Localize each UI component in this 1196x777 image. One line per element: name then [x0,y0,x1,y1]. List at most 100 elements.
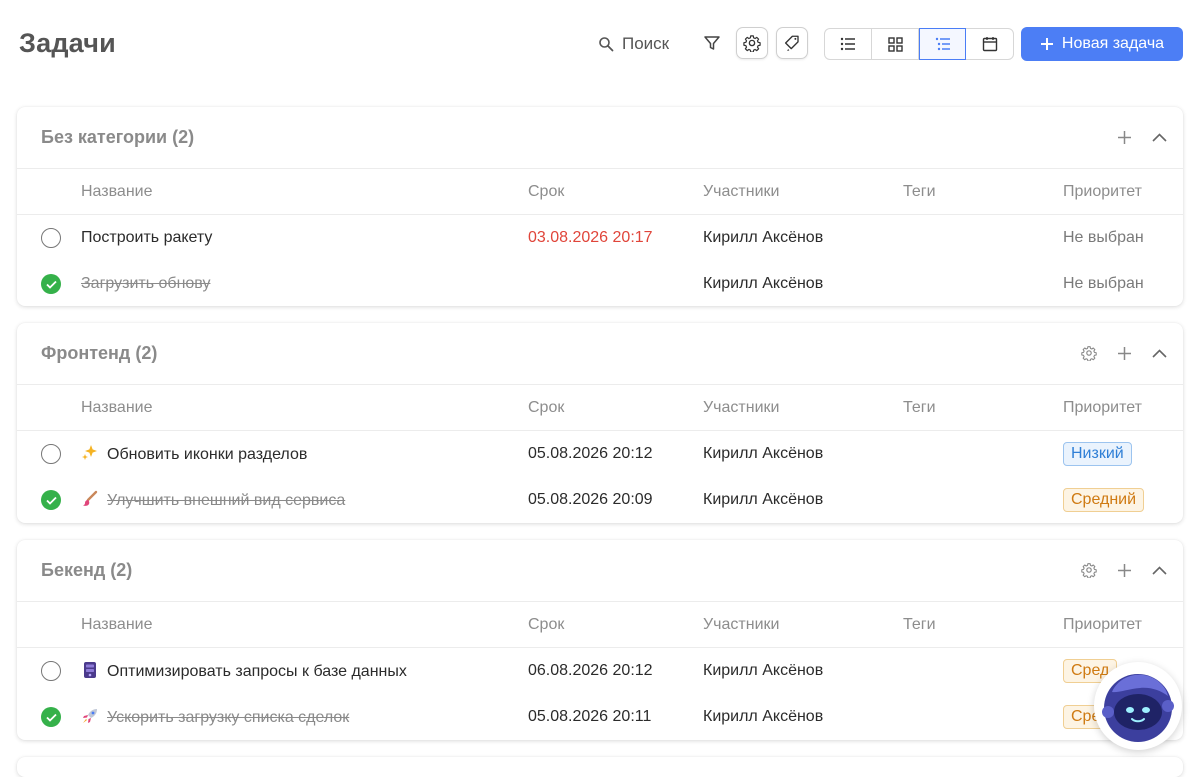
group-header: Фронтенд (2) [17,323,1183,385]
task-date: 05.08.2026 20:12 [528,445,653,462]
collapse-button[interactable] [1147,125,1171,149]
task-name[interactable]: Загрузить обнову [81,275,210,293]
task-name: Ускорить загрузку списка сделок [107,709,350,726]
task-priority[interactable]: Не выбран [1063,229,1144,247]
group-title: Фронтенд (2) [41,343,158,363]
view-grouped-list-button[interactable] [919,28,966,60]
task-checkbox[interactable] [41,444,61,464]
task-date: 05.08.2026 20:11 [528,708,652,725]
group-title: Без категории (2) [41,127,195,147]
task-date: 05.08.2026 20:09 [528,491,653,508]
task-user: Кирилл Аксёнов [703,229,824,246]
task-name[interactable]: Построить ракету [81,229,212,247]
paintbrush-icon [83,490,98,506]
column-users: Участники [703,182,780,200]
table-row[interactable]: Обновить иконки разделов 05.08.2026 20:1… [17,431,1183,477]
table-header: Название Срок Участники Теги Приоритет [17,169,1183,215]
chevron-up-icon [1151,348,1167,358]
task-group-next [17,757,1183,777]
view-calendar-button[interactable] [966,29,1013,59]
column-name: Название [81,615,153,633]
view-list-button[interactable] [825,29,872,59]
chevron-up-icon [1151,132,1167,142]
gear-icon [1081,563,1097,578]
column-date: Срок [528,615,565,633]
grid-icon [887,36,903,52]
filter-button[interactable] [696,27,728,59]
database-icon [84,662,96,678]
group-header: Бекенд (2) [17,540,1183,602]
task-date: 06.08.2026 20:12 [528,662,653,679]
task-name-cell[interactable]: Ускорить загрузку списка сделок [81,707,349,727]
column-name: Название [81,182,153,200]
add-task-button[interactable] [1112,125,1136,149]
filter-icon [704,36,720,50]
task-name: Улучшить внешний вид сервиса [107,492,346,509]
new-task-button[interactable]: Новая задача [1021,27,1183,61]
page-title: Задачи [19,28,116,58]
group-settings-button[interactable] [1077,558,1101,582]
group-title: Бекенд (2) [41,560,133,580]
search-icon [599,37,614,52]
table-row[interactable]: Построить ракету 03.08.2026 20:17 Кирилл… [17,215,1183,261]
grouped-list-icon [935,37,950,51]
task-checkbox[interactable] [41,228,61,248]
column-tags: Теги [903,398,936,416]
calendar-icon [982,37,997,52]
group-settings-button[interactable] [1077,341,1101,365]
settings-button[interactable] [736,27,768,59]
checkmark-icon [45,713,57,722]
task-checkbox-checked[interactable] [41,707,61,727]
task-user: Кирилл Аксёнов [703,662,824,679]
task-group-uncategorized: Без категории (2) Название Срок Участник… [17,107,1183,306]
group-header: Без категории (2) [17,107,1183,169]
rocket-icon [83,709,97,723]
search-button[interactable]: Поиск [598,33,669,55]
task-name-cell[interactable]: Улучшить внешний вид сервиса [81,490,345,510]
gear-icon [1081,346,1097,361]
add-task-button[interactable] [1112,558,1136,582]
task-checkbox-checked[interactable] [41,274,61,294]
task-priority-cell[interactable]: Низкий [1063,442,1132,466]
priority-badge-medium[interactable]: Средний [1063,488,1145,512]
task-name-cell[interactable]: Оптимизировать запросы к базе данных [81,661,407,681]
robot-icon [1102,674,1174,742]
tag-icon [784,35,799,52]
column-users: Участники [703,398,780,416]
collapse-button[interactable] [1147,341,1171,365]
task-user: Кирилл Аксёнов [703,491,824,508]
list-icon [840,37,855,51]
column-date: Срок [528,182,565,200]
task-user: Кирилл Аксёнов [703,708,824,725]
column-users: Участники [703,615,780,633]
gear-icon [743,35,761,52]
task-group-backend: Бекенд (2) Название Срок Участники Теги … [17,540,1183,740]
task-priority[interactable]: Не выбран [1063,275,1144,293]
priority-badge-low[interactable]: Низкий [1063,442,1132,466]
table-row[interactable]: Оптимизировать запросы к базе данных 06.… [17,648,1183,694]
table-row[interactable]: Загрузить обнову Кирилл Аксёнов Не выбра… [17,261,1183,306]
table-row[interactable]: Ускорить загрузку списка сделок 05.08.20… [17,694,1183,740]
add-task-button[interactable] [1112,341,1136,365]
plus-icon [1117,130,1131,144]
task-checkbox[interactable] [41,661,61,681]
new-task-label: Новая задача [1061,35,1165,52]
task-name: Оптимизировать запросы к базе данных [107,663,407,680]
task-name: Обновить иконки разделов [107,446,308,463]
task-checkbox-checked[interactable] [41,490,61,510]
task-group-frontend: Фронтенд (2) Название Срок Участники Тег… [17,323,1183,523]
column-priority: Приоритет [1063,182,1142,200]
task-name-cell[interactable]: Обновить иконки разделов [81,444,307,464]
task-user: Кирилл Аксёнов [703,275,824,292]
column-date: Срок [528,398,565,416]
page-header: Задачи Поиск Новая задача [0,0,1196,88]
view-grid-button[interactable] [872,29,919,59]
task-priority-cell[interactable]: Средний [1063,488,1145,512]
tags-button[interactable] [776,27,808,59]
task-user: Кирилл Аксёнов [703,445,824,462]
checkmark-icon [45,496,57,505]
table-row[interactable]: Улучшить внешний вид сервиса 05.08.2026 … [17,477,1183,523]
table-header: Название Срок Участники Теги Приоритет [17,602,1183,648]
collapse-button[interactable] [1147,558,1171,582]
assistant-bot-button[interactable] [1094,662,1182,750]
